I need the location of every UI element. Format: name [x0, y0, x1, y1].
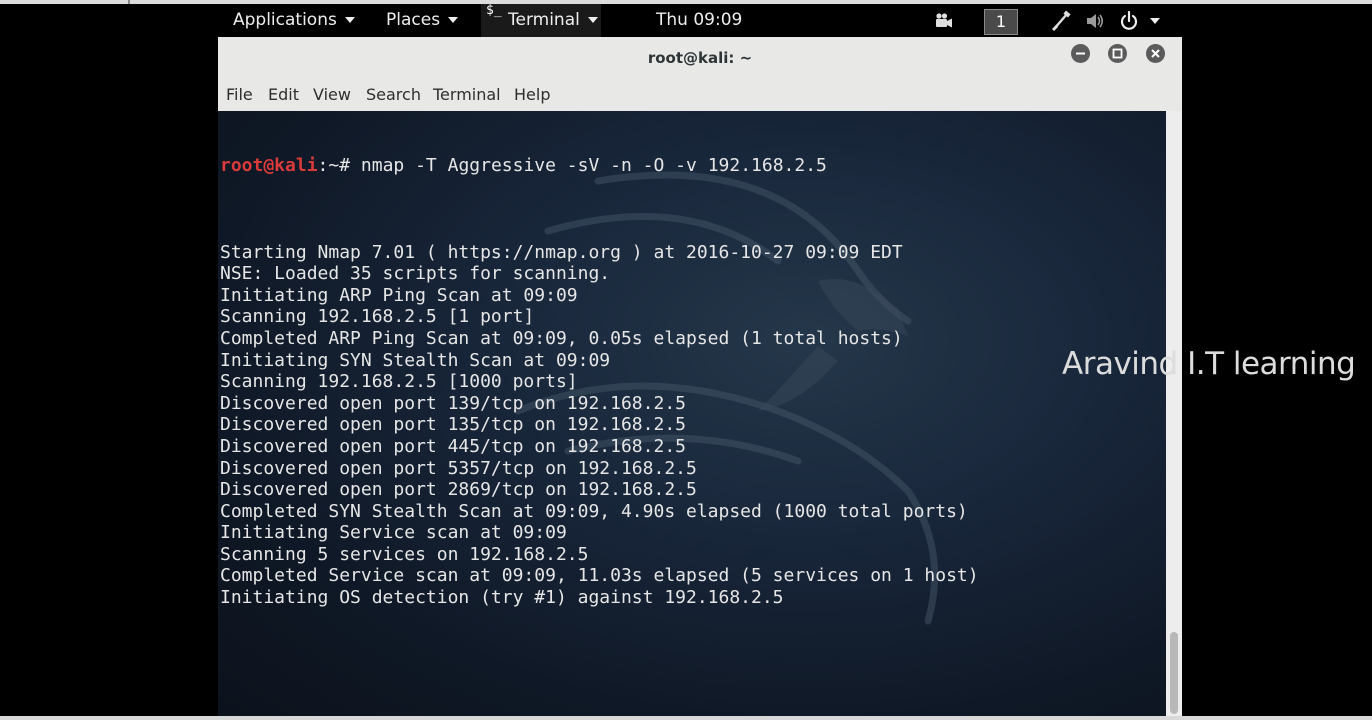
- output-line: Initiating OS detection (try #1) against…: [220, 587, 784, 609]
- maximize-icon: [1112, 48, 1123, 59]
- prompt-user: root@kali: [220, 155, 318, 177]
- output-line: Discovered open port 5357/tcp on 192.168…: [220, 457, 697, 479]
- scrollbar-thumb[interactable]: [1170, 632, 1178, 714]
- clock[interactable]: Thu 09:09: [656, 4, 742, 37]
- scrollbar[interactable]: [1166, 111, 1182, 716]
- command-text: nmap -T Aggressive -sV -n -O -v 192.168.…: [360, 155, 827, 177]
- command-line: root@kali:~# nmap -T Aggressive -sV -n -…: [220, 155, 979, 177]
- chevron-down-icon: [587, 17, 598, 23]
- title-bar[interactable]: root@kali: ~: [218, 37, 1182, 77]
- window-title: root@kali: ~: [647, 49, 753, 67]
- volume-icon[interactable]: [1084, 10, 1106, 32]
- output-line: Completed SYN Stealth Scan at 09:09, 4.9…: [220, 500, 968, 522]
- network-icon[interactable]: [1050, 10, 1072, 32]
- places-menu[interactable]: Places: [386, 4, 459, 37]
- output-line: Discovered open port 135/tcp on 192.168.…: [220, 414, 686, 436]
- output-line: Discovered open port 2869/tcp on 192.168…: [220, 479, 697, 501]
- watermark-text: Aravind I.T learning: [1062, 346, 1356, 382]
- terminal-app-menu[interactable]: Terminal: [508, 4, 598, 37]
- camera-icon[interactable]: [933, 10, 955, 32]
- output-lines: Starting Nmap 7.01 ( https://nmap.org ) …: [220, 220, 979, 609]
- output-line: Starting Nmap 7.01 ( https://nmap.org ) …: [220, 241, 903, 263]
- output-line: Completed Service scan at 09:09, 11.03s …: [220, 565, 979, 587]
- menu-terminal[interactable]: Terminal: [433, 77, 501, 111]
- terminal-app-icon: $_: [486, 3, 502, 18]
- close-icon: [1151, 49, 1160, 58]
- places-label: Places: [386, 10, 441, 30]
- chevron-down-icon: [448, 17, 459, 23]
- menu-file[interactable]: File: [226, 77, 253, 111]
- terminal-window: root@kali: ~ File Edit View Search Termi…: [218, 37, 1182, 716]
- terminal-output: root@kali:~# nmap -T Aggressive -sV -n -…: [220, 112, 979, 652]
- menu-search[interactable]: Search: [366, 77, 421, 111]
- maximize-button[interactable]: [1108, 44, 1127, 63]
- desktop: Applications Places $_ Terminal Thu 09:0…: [0, 0, 1372, 720]
- chevron-down-icon[interactable]: [1148, 10, 1162, 32]
- output-line: Discovered open port 445/tcp on 192.168.…: [220, 435, 686, 457]
- output-line: Initiating Service scan at 09:09: [220, 522, 567, 544]
- output-line: Scanning 192.168.2.5 [1 port]: [220, 306, 535, 328]
- applications-label: Applications: [233, 10, 337, 30]
- close-button[interactable]: [1146, 44, 1165, 63]
- terminal-area[interactable]: root@kali:~# nmap -T Aggressive -sV -n -…: [218, 111, 1166, 716]
- host-bottom-strip: [0, 716, 1372, 720]
- workspace-indicator[interactable]: 1: [984, 9, 1018, 35]
- top-panel: Applications Places $_ Terminal Thu 09:0…: [218, 4, 1182, 37]
- menu-edit[interactable]: Edit: [268, 77, 299, 111]
- power-icon[interactable]: [1118, 10, 1140, 32]
- output-line: Scanning 192.168.2.5 [1000 ports]: [220, 371, 578, 393]
- output-line: Completed ARP Ping Scan at 09:09, 0.05s …: [220, 327, 903, 349]
- minimize-button[interactable]: [1071, 44, 1090, 63]
- minimize-icon: [1076, 52, 1085, 55]
- prompt-path: :~#: [317, 155, 361, 177]
- menu-view[interactable]: View: [313, 77, 351, 111]
- applications-menu[interactable]: Applications: [233, 4, 355, 37]
- chevron-down-icon: [344, 17, 355, 23]
- output-line: Initiating ARP Ping Scan at 09:09: [220, 284, 578, 306]
- terminal-app-label: Terminal: [508, 10, 580, 30]
- output-line: Scanning 5 services on 192.168.2.5: [220, 543, 589, 565]
- menu-help[interactable]: Help: [514, 77, 550, 111]
- output-line: Discovered open port 139/tcp on 192.168.…: [220, 392, 686, 414]
- menu-bar: File Edit View Search Terminal Help: [218, 77, 1182, 111]
- output-line: NSE: Loaded 35 scripts for scanning.: [220, 263, 611, 285]
- output-line: Initiating SYN Stealth Scan at 09:09: [220, 349, 611, 371]
